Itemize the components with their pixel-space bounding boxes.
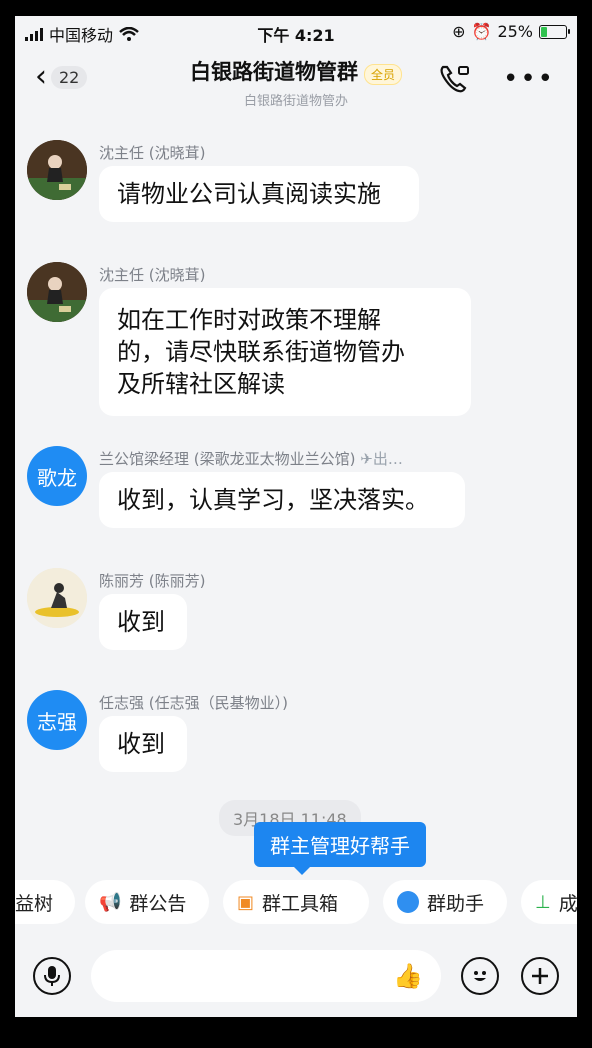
- group-assistant-chip[interactable]: 群助手: [383, 880, 507, 924]
- group-helper-tooltip[interactable]: 群主管理好帮手: [254, 822, 426, 875]
- message-bubble[interactable]: 收到: [99, 594, 187, 650]
- lock-rotation-icon: ⊕: [452, 22, 466, 41]
- emoji-button[interactable]: [461, 957, 499, 995]
- battery-percent: 25%: [497, 22, 533, 41]
- status-bar: 中国移动 下午 4:21 ⊕ ⏰ 25%: [15, 16, 577, 48]
- megaphone-icon: 📢: [99, 891, 122, 913]
- message-line: 如在工作时对政策不理解: [117, 306, 381, 334]
- avatar[interactable]: 志强: [27, 690, 87, 750]
- org-chart-icon: ⊥: [535, 891, 551, 913]
- sender-label: 兰公馆梁经理 (梁歌龙亚太物业兰公馆): [99, 450, 356, 468]
- assistant-avatar-icon: [397, 891, 419, 913]
- chip-label: 群公告: [129, 892, 187, 915]
- message-bubble[interactable]: 如在工作时对政策不理解 的，请尽快联系街道物管办 及所辖社区解读: [99, 288, 471, 416]
- group-title[interactable]: 白银路街道物管群: [190, 60, 358, 84]
- chip-label: 群助手: [427, 892, 485, 915]
- member-badge: 全员: [363, 64, 402, 85]
- sender-status: ✈出…: [360, 450, 403, 468]
- sender-name: 兰公馆梁经理 (梁歌龙亚太物业兰公馆) ✈出…: [99, 448, 403, 469]
- avatar[interactable]: [27, 140, 87, 200]
- voice-input-button[interactable]: [33, 957, 71, 995]
- box-icon: ▣: [237, 891, 255, 913]
- chip-label: 成: [558, 892, 577, 915]
- chip-label: 群工具箱: [262, 892, 339, 915]
- thumbs-up-icon[interactable]: 👍: [393, 962, 423, 990]
- message-bubble[interactable]: 收到: [99, 716, 187, 772]
- group-toolbox-chip[interactable]: ▣ 群工具箱: [223, 880, 369, 924]
- message-line: 及所辖社区解读: [117, 370, 285, 398]
- message-bubble[interactable]: 请物业公司认真阅读实施: [99, 166, 419, 222]
- chat-screen: 中国移动 下午 4:21 ⊕ ⏰ 25% ‹ 22 白银路街道物管群 全员 白银路…: [15, 16, 577, 1017]
- tool-chip[interactable]: 益树: [15, 880, 75, 924]
- message-line: 的，请尽快联系街道物管办: [117, 338, 405, 366]
- tool-chip[interactable]: ⊥ 成: [521, 880, 577, 924]
- alarm-icon: ⏰: [471, 22, 492, 41]
- more-options-icon[interactable]: •••: [503, 66, 555, 92]
- add-more-button[interactable]: [521, 957, 559, 995]
- smiley-icon: [474, 971, 486, 981]
- group-announcement-chip[interactable]: 📢 群公告: [85, 880, 209, 924]
- chip-label: 益树: [15, 892, 54, 915]
- message-list[interactable]: 沈主任 (沈晓茸) 请物业公司认真阅读实施 沈主任 (沈晓茸) 如在工作时对政策…: [15, 112, 577, 875]
- avatar[interactable]: 歌龙: [27, 446, 87, 506]
- battery-icon: [539, 24, 570, 39]
- message-bubble[interactable]: 收到，认真学习，坚决落实。: [99, 472, 465, 528]
- call-icon[interactable]: [439, 64, 471, 94]
- avatar[interactable]: [27, 568, 87, 628]
- avatar[interactable]: [27, 262, 87, 322]
- plus-icon: [532, 968, 548, 984]
- microphone-icon: [44, 966, 60, 986]
- input-bar: 👍: [15, 936, 577, 1017]
- sender-name: 沈主任 (沈晓茸): [99, 266, 206, 284]
- message-input[interactable]: 👍: [91, 950, 441, 1002]
- chat-header: ‹ 22 白银路街道物管群 全员 白银路街道物管办 •••: [15, 48, 577, 110]
- sender-name: 任志强 (任志强（民基物业）): [99, 694, 288, 712]
- sender-name: 沈主任 (沈晓茸): [99, 144, 206, 162]
- group-tools-bar[interactable]: 益树 📢 群公告 ▣ 群工具箱 群助手 ⊥ 成: [15, 876, 577, 930]
- sender-name: 陈丽芳 (陈丽芳): [99, 572, 206, 590]
